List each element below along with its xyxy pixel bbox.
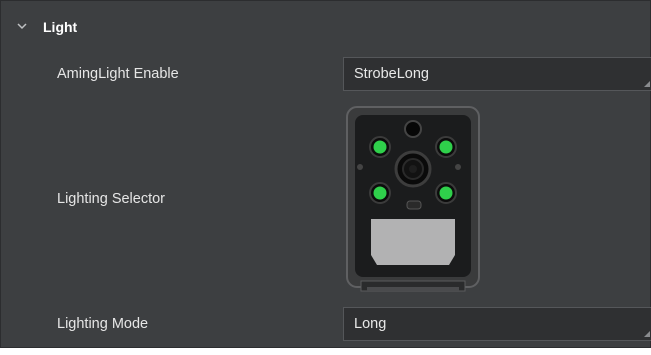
lighting-selector-image[interactable] <box>345 105 481 295</box>
aminglight-enable-select[interactable]: StrobeLong <box>343 57 651 91</box>
lighting-mode-value: Long <box>354 316 387 332</box>
dropdown-corner-icon <box>644 81 650 87</box>
lighting-mode-select[interactable]: Long <box>343 307 651 341</box>
section-header-light[interactable]: Light <box>1 11 651 41</box>
led-top-left <box>369 136 391 158</box>
lighting-mode-label: Lighting Mode <box>57 316 149 332</box>
led-bottom-left <box>369 182 391 204</box>
aminglight-enable-label: AmingLight Enable <box>57 66 179 82</box>
dropdown-corner-icon <box>644 331 650 337</box>
aminglight-enable-value: StrobeLong <box>354 66 429 82</box>
chevron-down-icon[interactable] <box>17 21 27 31</box>
lighting-selector-label: Lighting Selector <box>57 191 166 207</box>
led-top-right <box>435 136 457 158</box>
property-panel: Light AmingLight Enable StrobeLong Light… <box>0 0 651 348</box>
section-title: Light <box>43 19 78 35</box>
led-bottom-right <box>435 182 457 204</box>
